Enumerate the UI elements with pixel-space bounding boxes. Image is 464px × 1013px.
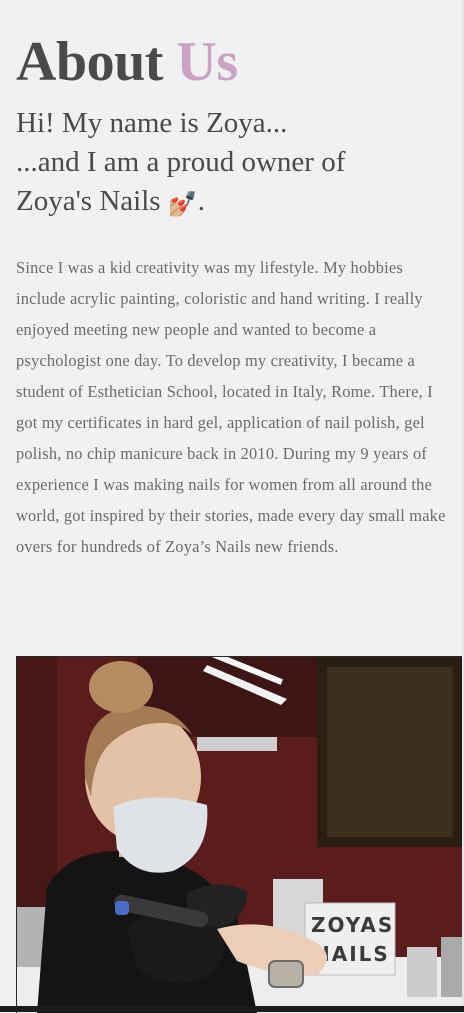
about-photo: ZOYAS NAILS [16,656,464,1013]
bottom-bar [0,1006,464,1012]
intro-line-3: Zoya's Nails 💅🏼. [16,182,456,221]
bio-paragraph: Since I was a kid creativity was my life… [16,258,446,556]
title-about: About [16,31,163,93]
intro-text: Hi! My name is Zoya... ...and I am a pro… [16,104,456,221]
intro-line-3-text: Zoya's Nails [16,185,168,217]
page-title: About Us [16,30,238,94]
nail-polish-icon: 💅🏼 [167,192,198,218]
intro-line-1: Hi! My name is Zoya... [16,107,288,139]
intro-line-2: ...and I am a proud owner of [16,146,346,178]
intro-line-3-end: . [197,185,205,217]
title-us: Us [176,31,238,93]
sign-line-1: ZOYAS [311,913,394,937]
